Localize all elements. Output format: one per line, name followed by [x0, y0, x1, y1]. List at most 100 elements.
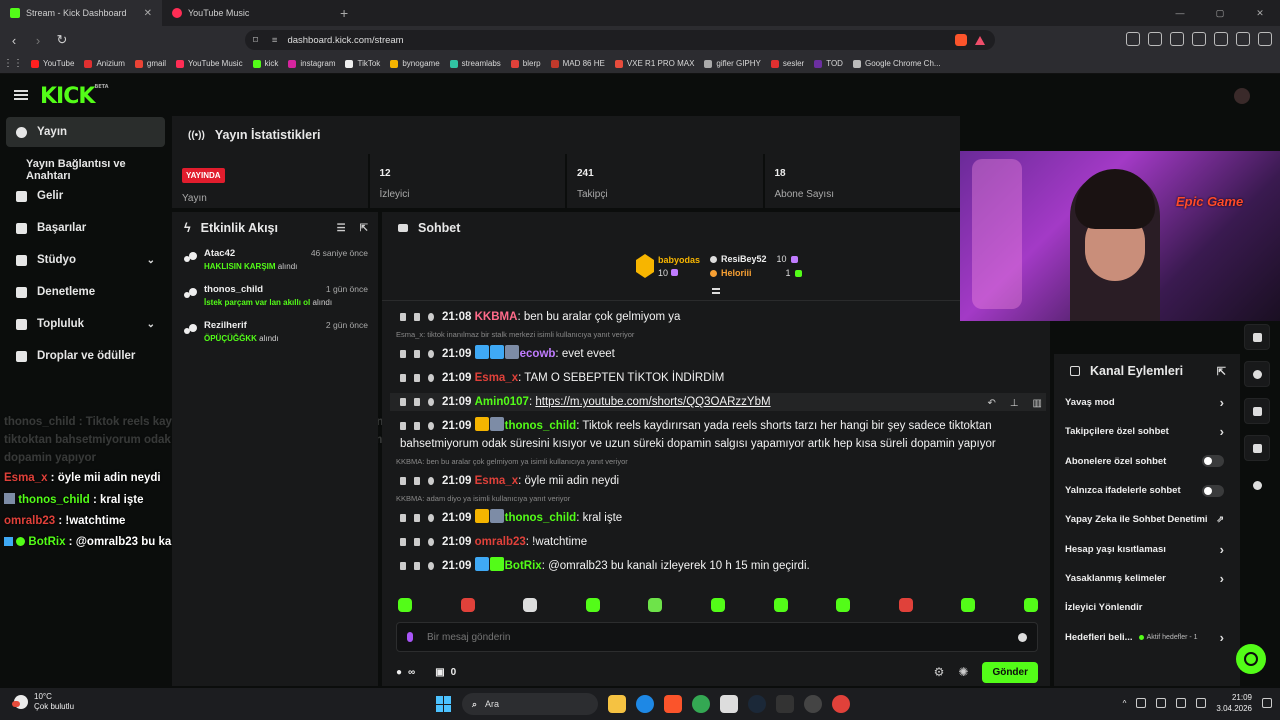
pin-icon[interactable]: [400, 349, 406, 358]
chat-message[interactable]: 21:09 Amin0107: https://m.youtube.com/sh…: [390, 393, 1046, 411]
site-info-icon[interactable]: ≡: [272, 35, 278, 46]
bookmark-tiktok[interactable]: TikTok: [340, 59, 385, 68]
chat-message[interactable]: 21:09 ecowb: evet eveet: [394, 345, 1046, 363]
pin-icon[interactable]: [400, 421, 406, 430]
wallet-icon[interactable]: [1214, 32, 1228, 46]
channel-action-row[interactable]: İzleyici Yönlendir: [1054, 593, 1240, 622]
weather-widget[interactable]: 10°C Çok bulutlu: [12, 692, 74, 711]
filter-icon[interactable]: ☰: [337, 223, 346, 234]
message-username[interactable]: KKBMA: [475, 311, 518, 323]
chat-message[interactable]: 21:09 BotRix: @omralb23 bu kanalı izleye…: [394, 557, 1046, 575]
bookmark-vxe-r1-pro-max[interactable]: VXE R1 PRO MAX: [610, 59, 700, 68]
timeout-icon[interactable]: [414, 421, 420, 430]
sidebar-item-denetleme[interactable]: Denetleme: [6, 277, 165, 307]
timeout-icon[interactable]: [414, 561, 420, 570]
minimize-icon[interactable]: —: [1160, 8, 1200, 18]
chevron-right-icon[interactable]: ›: [1220, 571, 1224, 586]
sidebar-item-basarilar[interactable]: Başarılar: [6, 213, 165, 243]
emote-icon[interactable]: [961, 598, 976, 612]
kick-logo[interactable]: KICKBETA: [40, 84, 109, 109]
ban-icon[interactable]: [428, 476, 434, 485]
message-username[interactable]: Esma_x: [475, 372, 518, 384]
bookmark-youtube-music[interactable]: YouTube Music: [171, 59, 248, 68]
sidebar-item-yayin[interactable]: Yayın: [6, 117, 165, 147]
chrome-icon[interactable]: [692, 695, 710, 713]
pin-icon[interactable]: [400, 537, 406, 546]
sidebar-icon[interactable]: [1192, 32, 1206, 46]
chevron-right-icon[interactable]: ›: [1220, 424, 1224, 439]
pin-icon[interactable]: [400, 373, 406, 382]
timeout-icon[interactable]: [414, 349, 420, 358]
pin-icon[interactable]: [400, 397, 406, 406]
points-rail-button[interactable]: [1244, 472, 1270, 498]
new-tab-icon[interactable]: +: [330, 5, 358, 21]
ban-icon[interactable]: [428, 421, 434, 430]
brave-rewards-icon[interactable]: [975, 35, 985, 45]
message-username[interactable]: ecowb: [520, 348, 556, 360]
delete-icon[interactable]: ▥: [1033, 395, 1042, 413]
bookmark-gifler-giphy[interactable]: gifler GIPHY: [699, 59, 765, 68]
channel-action-row[interactable]: Yavaş mod ›: [1054, 388, 1240, 417]
channel-action-row[interactable]: Hedefleri beli... Aktif hedefler - 1 ›: [1054, 622, 1240, 651]
chat-message[interactable]: 21:09 thonos_child: kral işte: [394, 509, 1046, 527]
sidebar-item-stream-key[interactable]: Yayın Bağlantısı ve Anahtarı: [26, 158, 172, 182]
ban-icon[interactable]: [428, 373, 434, 382]
pin-icon[interactable]: [400, 312, 406, 321]
bookmark-kick[interactable]: kick: [248, 59, 284, 68]
channel-action-row[interactable]: Yasaklanmış kelimeler ›: [1054, 564, 1240, 593]
ban-icon[interactable]: [428, 312, 434, 321]
vpn-icon[interactable]: [1236, 32, 1250, 46]
extension-icon[interactable]: [1148, 32, 1162, 46]
ban-icon[interactable]: [428, 349, 434, 358]
bookmark-icon[interactable]: ⌑: [253, 35, 258, 46]
pin-icon[interactable]: [400, 561, 406, 570]
bookmark-youtube[interactable]: YouTube: [26, 59, 79, 68]
pin-icon[interactable]: [400, 476, 406, 485]
network-icon[interactable]: [1156, 698, 1167, 708]
chat-rail-button[interactable]: [1244, 324, 1270, 350]
steam-icon[interactable]: [748, 695, 766, 713]
gift-box-icon[interactable]: ▣: [435, 667, 444, 678]
emoji-picker-icon[interactable]: [1018, 632, 1027, 642]
pin-icon[interactable]: ⊥: [1010, 395, 1019, 413]
bookmark-instagram[interactable]: instagram: [283, 59, 340, 68]
brave-shield-icon[interactable]: [955, 34, 967, 46]
channel-action-row[interactable]: Abonelere özel sohbet: [1054, 447, 1240, 476]
bookmark-blerp[interactable]: blerp: [506, 59, 546, 68]
taskbar-search[interactable]: ⌕ Ara: [462, 693, 598, 715]
sidebar-item-droplar[interactable]: Droplar ve ödüller: [6, 341, 165, 371]
chevron-right-icon[interactable]: ›: [1220, 542, 1224, 557]
emote-icon[interactable]: [460, 598, 475, 612]
sidebar-item-gelir[interactable]: Gelir: [6, 181, 165, 211]
emote-icon[interactable]: [836, 598, 851, 612]
bookmark-google-chrome-ch[interactable]: Google Chrome Ch...: [848, 59, 946, 68]
external-link-icon[interactable]: ⇗: [1216, 514, 1224, 525]
chat-message[interactable]: 21:09 omralb23: !watchtime: [394, 533, 1046, 551]
moderation-rail-button[interactable]: [1244, 435, 1270, 461]
ban-icon[interactable]: [428, 561, 434, 570]
bookmark-anizium[interactable]: Anizium: [79, 59, 129, 68]
microphone-icon[interactable]: [407, 632, 413, 642]
chat-input-box[interactable]: [396, 622, 1038, 652]
channel-points-icon[interactable]: ●: [396, 667, 402, 678]
timeout-icon[interactable]: [414, 373, 420, 382]
back-icon[interactable]: ‹: [4, 33, 24, 48]
bookmark-streamlabs[interactable]: streamlabs: [445, 59, 506, 68]
sidebar-item-topluluk[interactable]: Topluluk ⌄: [6, 309, 165, 339]
reload-icon[interactable]: ↻: [52, 32, 72, 48]
channel-action-row[interactable]: Yalnızca ifadelerle sohbet: [1054, 476, 1240, 505]
chat-message[interactable]: 21:08 KKBMA: ben bu aralar çok gelmiyom …: [394, 308, 1046, 326]
popout-icon[interactable]: ⇱: [360, 223, 368, 234]
timeout-icon[interactable]: [414, 513, 420, 522]
volume-icon[interactable]: [1176, 698, 1187, 708]
pin-icon[interactable]: [400, 513, 406, 522]
timeout-icon[interactable]: [414, 312, 420, 321]
file-explorer-icon[interactable]: [608, 695, 626, 713]
channel-action-row[interactable]: Takipçilere özel sohbet ›: [1054, 417, 1240, 446]
emote-icon[interactable]: [1023, 598, 1038, 612]
toggle-switch[interactable]: [1202, 455, 1224, 468]
brave-icon[interactable]: [664, 695, 682, 713]
reply-icon[interactable]: ↶: [987, 395, 995, 413]
message-username[interactable]: BotRix: [505, 560, 542, 572]
windows-start-icon[interactable]: [436, 696, 452, 712]
